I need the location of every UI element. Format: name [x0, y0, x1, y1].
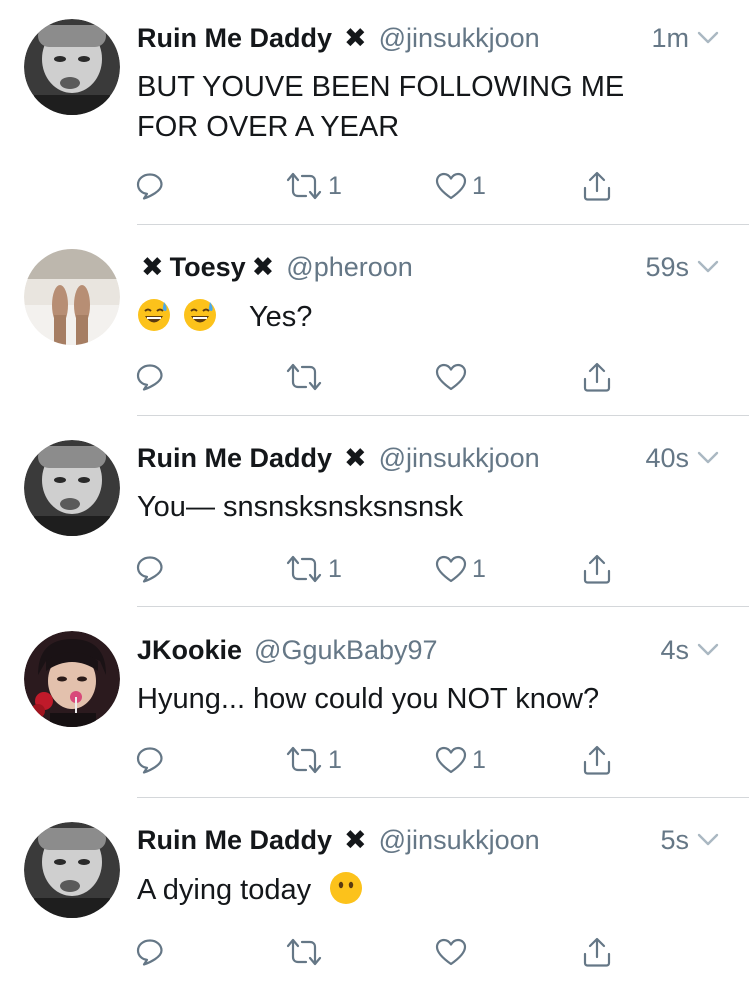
user-handle[interactable]: @GgukBaby97: [254, 635, 438, 666]
timestamp: 59s: [645, 252, 719, 283]
retweet-icon: [286, 938, 322, 966]
share-button[interactable]: [582, 932, 612, 972]
like-button[interactable]: 1: [434, 740, 486, 780]
tweet-text: BUT YOUVE BEEN FOLLOWING ME FOR OVER A Y…: [137, 71, 625, 143]
share-icon: [583, 171, 611, 201]
chevron-down-icon[interactable]: [697, 643, 719, 657]
timestamp: 4s: [660, 635, 719, 666]
retweet-icon: [286, 746, 322, 774]
tweet-text: Hyung... how could you NOT know?: [137, 683, 600, 715]
like-count: 1: [472, 554, 486, 583]
like-button[interactable]: 1: [434, 549, 486, 589]
tweet-text-content: A dying today: [137, 874, 312, 906]
retweet-count: 1: [328, 745, 342, 774]
avatar[interactable]: [24, 19, 120, 115]
retweet-button[interactable]: 1: [284, 166, 342, 206]
x-mark-icon: ✖: [344, 824, 367, 855]
no-mouth-emoji: [330, 872, 363, 904]
share-icon: [583, 362, 611, 392]
x-mark-icon: ✖: [344, 22, 367, 53]
tweet-text: A dying today: [137, 870, 689, 910]
avatar[interactable]: [24, 822, 120, 918]
tweet[interactable]: Ruin Me Daddy ✖ @jinsukkjoon 1m BUT YOUV…: [0, 0, 749, 214]
reply-button[interactable]: [135, 549, 165, 589]
retweet-button[interactable]: [284, 357, 328, 397]
tweet-text-content: Yes?: [249, 301, 313, 333]
tweet[interactable]: JKookie @GgukBaby97 4s Hyung... how coul…: [0, 607, 749, 797]
reply-button[interactable]: [135, 740, 165, 780]
x-mark-icon: ✖: [141, 251, 164, 282]
share-button[interactable]: [582, 357, 612, 397]
tweet-feed: Ruin Me Daddy ✖ @jinsukkjoon 1m BUT YOUV…: [0, 0, 749, 988]
avatar[interactable]: [24, 631, 120, 727]
share-button[interactable]: [582, 740, 612, 780]
avatar[interactable]: [24, 440, 120, 536]
reply-icon: [136, 556, 163, 583]
reply-button[interactable]: [135, 932, 165, 972]
sweat-smile-emoji: [138, 299, 170, 331]
sweat-smile-emoji: [184, 299, 216, 331]
display-name[interactable]: Toesy: [170, 252, 246, 283]
x-mark-icon: ✖: [344, 442, 367, 473]
retweet-button[interactable]: 1: [284, 740, 342, 780]
reply-button[interactable]: [135, 166, 165, 206]
timestamp: 1m: [651, 23, 719, 54]
tweet[interactable]: Ruin Me Daddy ✖ @jinsukkjoon 40s You— sn…: [0, 416, 749, 606]
chevron-down-icon[interactable]: [697, 31, 719, 45]
retweet-icon: [286, 172, 322, 200]
chevron-down-icon[interactable]: [697, 833, 719, 847]
heart-icon: [435, 938, 467, 966]
retweet-icon: [286, 555, 322, 583]
tweet-text: You— snsnsksnsksnsnsk: [137, 491, 464, 523]
tweet[interactable]: ✖ Toesy ✖ @pheroon 59s Yes?: [0, 225, 749, 415]
reply-icon: [136, 939, 163, 966]
user-handle[interactable]: @jinsukkjoon: [379, 443, 540, 474]
share-button[interactable]: [582, 549, 612, 589]
share-icon: [583, 937, 611, 967]
x-mark-icon: ✖: [251, 251, 275, 282]
reply-button[interactable]: [135, 357, 165, 397]
heart-icon: [435, 172, 467, 200]
like-button[interactable]: [434, 357, 472, 397]
retweet-icon: [286, 363, 322, 391]
chevron-down-icon[interactable]: [697, 260, 719, 274]
retweet-count: 1: [328, 171, 342, 200]
reply-icon: [136, 173, 163, 200]
user-handle[interactable]: @jinsukkjoon: [379, 23, 540, 54]
share-icon: [583, 554, 611, 584]
retweet-button[interactable]: [284, 932, 328, 972]
like-count: 1: [472, 745, 486, 774]
like-button[interactable]: 1: [434, 166, 486, 206]
display-name[interactable]: Ruin Me Daddy: [137, 825, 332, 856]
user-handle[interactable]: @jinsukkjoon: [379, 825, 540, 856]
timestamp: 5s: [660, 825, 719, 856]
user-handle[interactable]: @pheroon: [286, 252, 413, 283]
like-count: 1: [472, 171, 486, 200]
reply-icon: [136, 364, 163, 391]
retweet-button[interactable]: 1: [284, 549, 342, 589]
like-button[interactable]: [434, 932, 472, 972]
tweet[interactable]: Ruin Me Daddy ✖ @jinsukkjoon 5s A dying …: [0, 798, 749, 988]
display-name[interactable]: Ruin Me Daddy: [137, 443, 332, 474]
timestamp: 40s: [645, 443, 719, 474]
heart-icon: [435, 555, 467, 583]
tweet-text: Yes?: [137, 297, 689, 337]
share-icon: [583, 745, 611, 775]
chevron-down-icon[interactable]: [697, 451, 719, 465]
avatar[interactable]: [24, 249, 120, 345]
display-name[interactable]: JKookie: [137, 635, 242, 666]
share-button[interactable]: [582, 166, 612, 206]
reply-icon: [136, 747, 163, 774]
heart-icon: [435, 746, 467, 774]
retweet-count: 1: [328, 554, 342, 583]
heart-icon: [435, 363, 467, 391]
display-name[interactable]: Ruin Me Daddy: [137, 23, 332, 54]
